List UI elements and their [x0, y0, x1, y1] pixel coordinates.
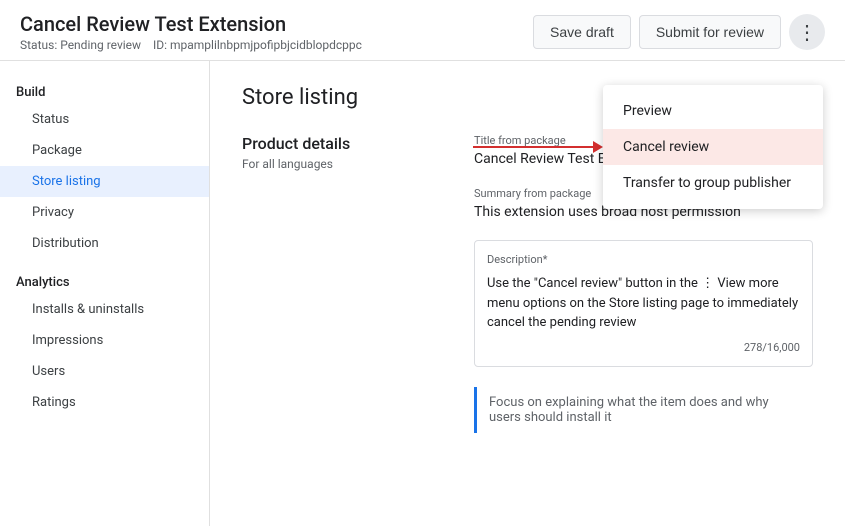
focus-hint-box: Focus on explaining what the item does a…: [474, 387, 813, 433]
menu-item-preview[interactable]: Preview: [603, 93, 823, 129]
product-details-title: Product details: [242, 134, 442, 153]
sidebar-item-impressions[interactable]: Impressions: [0, 325, 209, 356]
more-options-button[interactable]: ⋮: [789, 14, 825, 50]
sidebar: Build Status Package Store listing Priva…: [0, 61, 210, 526]
status-text: Status: Pending review: [20, 38, 141, 52]
main-relative: Store listing Product details For all la…: [242, 85, 813, 433]
sidebar-item-installs[interactable]: Installs & uninstalls: [0, 294, 209, 325]
dropdown-wrapper: Preview Cancel review Transfer to group …: [473, 85, 823, 209]
arrow-wrapper: [473, 141, 603, 153]
sidebar-item-users[interactable]: Users: [0, 356, 209, 387]
arrow-head: [593, 141, 603, 153]
build-section-label: Build: [0, 77, 209, 104]
analytics-section-label: Analytics: [0, 267, 209, 294]
id-text: ID: mpamplilnbpmjpofipbjcidblopdcppc: [153, 38, 362, 52]
menu-item-transfer[interactable]: Transfer to group publisher: [603, 165, 823, 201]
header-left: Cancel Review Test Extension Status: Pen…: [20, 12, 362, 52]
sidebar-item-store-listing[interactable]: Store listing: [0, 166, 209, 197]
menu-item-cancel-review[interactable]: Cancel review: [603, 129, 823, 165]
description-text: Use the "Cancel review" button in the ⋮ …: [487, 274, 800, 333]
sidebar-item-status[interactable]: Status: [0, 104, 209, 135]
focus-hint-text: Focus on explaining what the item does a…: [489, 395, 801, 425]
header-actions: Save draft Submit for review ⋮: [533, 14, 825, 50]
description-label: Description*: [487, 253, 800, 266]
sidebar-item-package[interactable]: Package: [0, 135, 209, 166]
layout: Build Status Package Store listing Priva…: [0, 61, 845, 526]
product-details-subtitle: For all languages: [242, 157, 442, 171]
header-subtitle: Status: Pending review ID: mpamplilnbpmj…: [20, 38, 362, 52]
more-icon: ⋮: [797, 20, 817, 45]
submit-for-review-button[interactable]: Submit for review: [639, 15, 781, 49]
arrow-line: [473, 146, 593, 148]
header: Cancel Review Test Extension Status: Pen…: [0, 0, 845, 61]
description-box: Description* Use the "Cancel review" but…: [474, 240, 813, 367]
save-draft-button[interactable]: Save draft: [533, 15, 631, 49]
sidebar-item-distribution[interactable]: Distribution: [0, 228, 209, 259]
context-menu: Preview Cancel review Transfer to group …: [603, 85, 823, 209]
main-content: Store listing Product details For all la…: [210, 61, 845, 526]
sidebar-item-privacy[interactable]: Privacy: [0, 197, 209, 228]
description-field-group: Description* Use the "Cancel review" but…: [474, 240, 813, 367]
sidebar-item-ratings[interactable]: Ratings: [0, 387, 209, 418]
extension-title: Cancel Review Test Extension: [20, 12, 362, 36]
description-count: 278/16,000: [487, 341, 800, 354]
